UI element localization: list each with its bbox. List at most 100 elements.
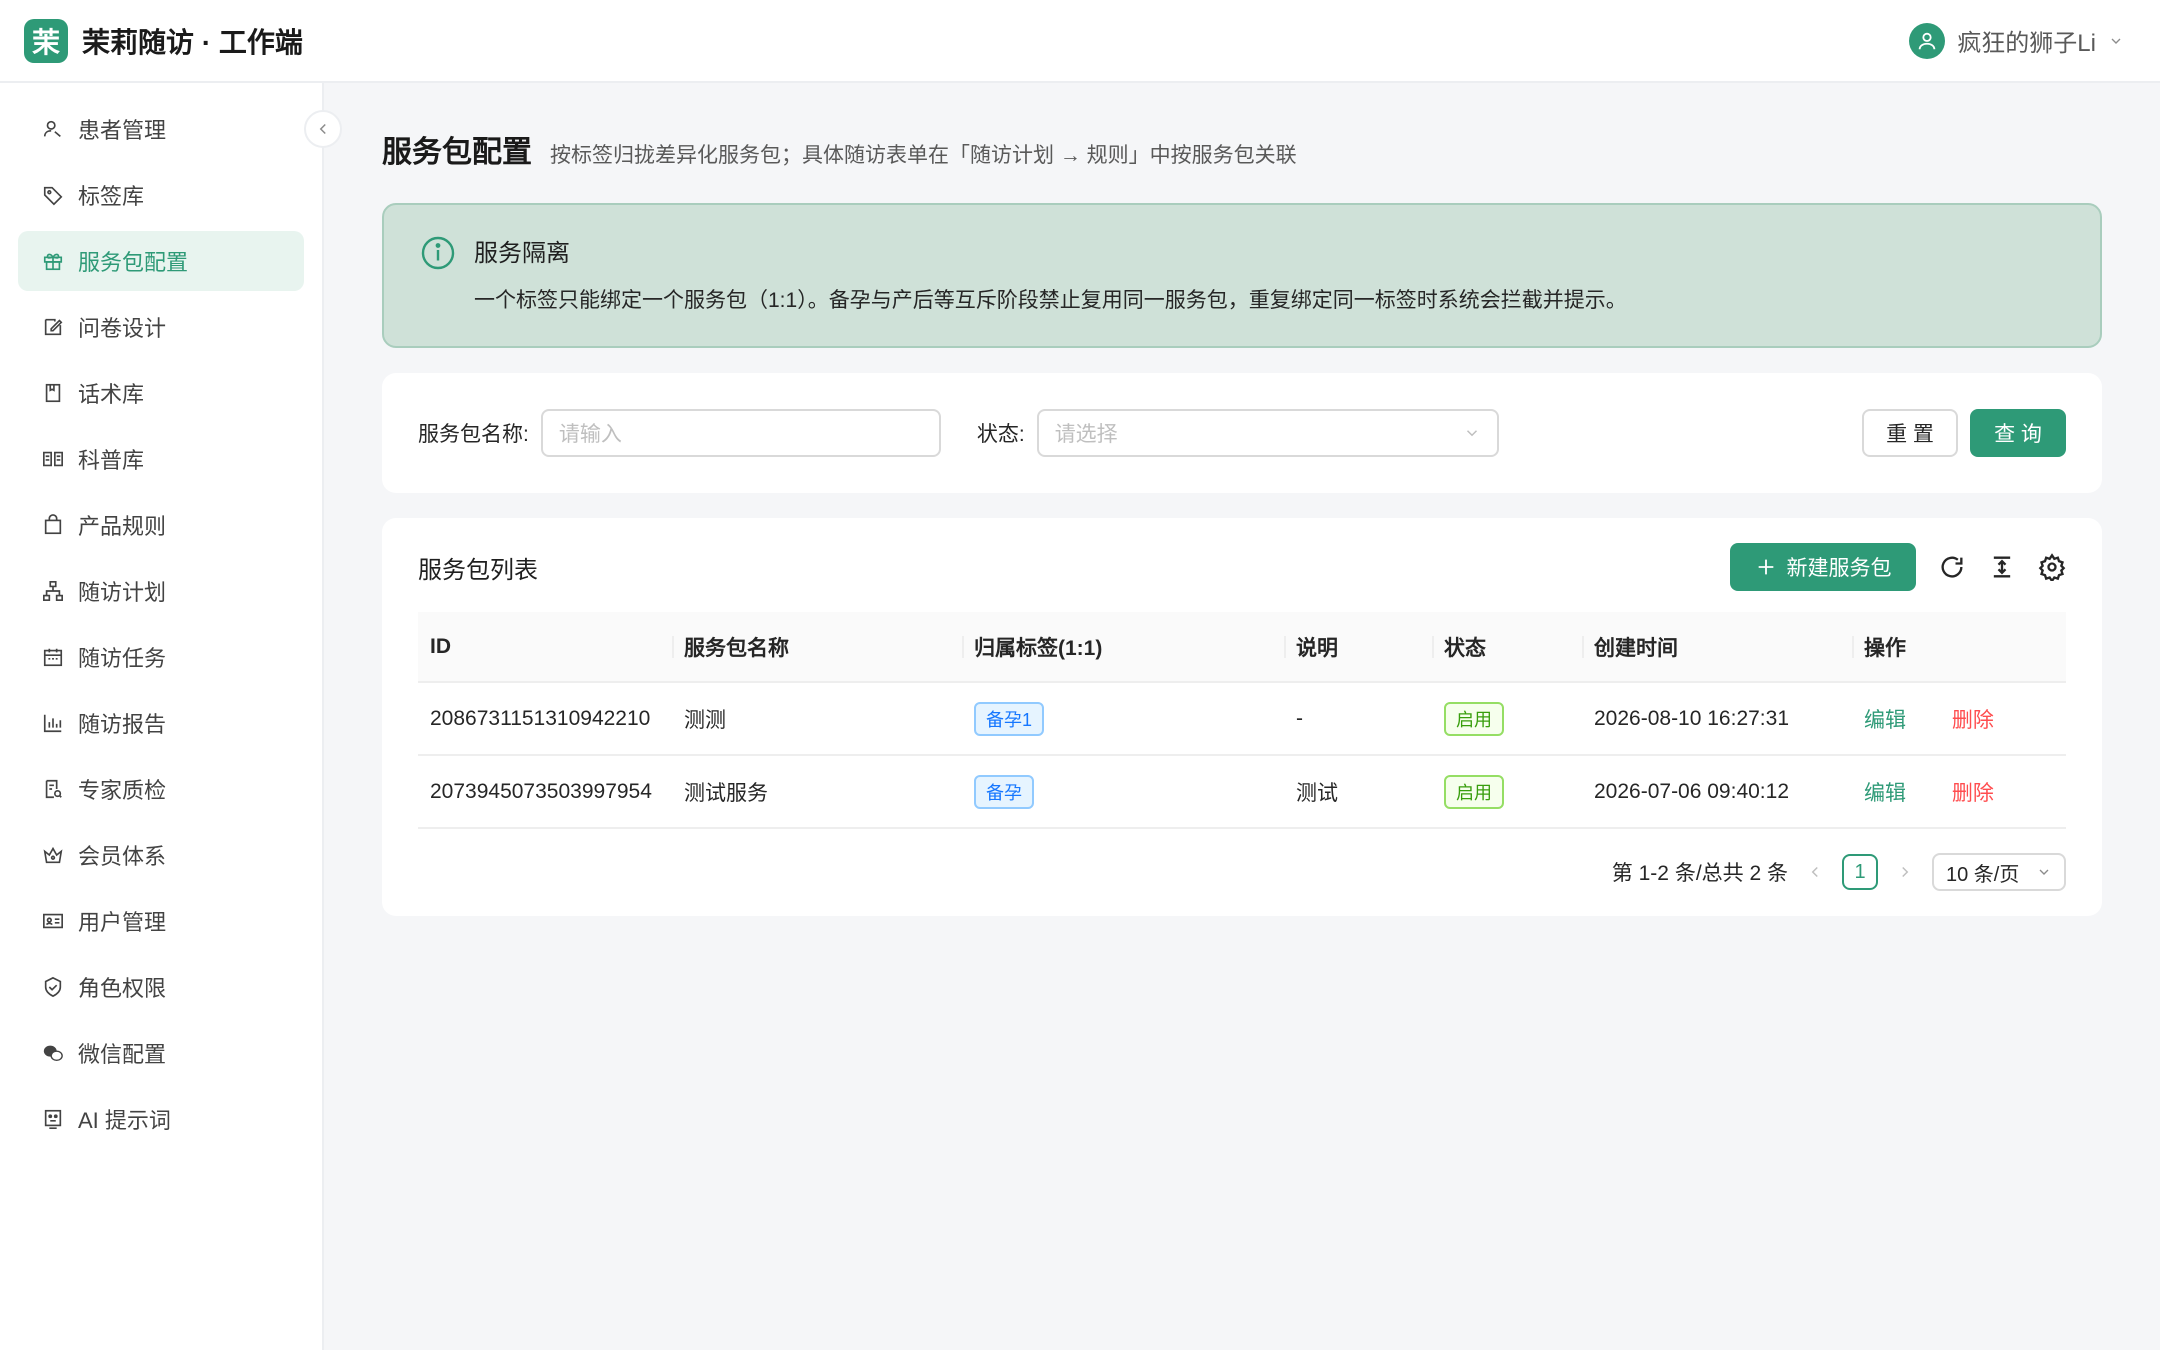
next-page-icon[interactable]: [1896, 863, 1914, 881]
chevron-down-icon: [2111, 38, 2121, 44]
sidebar-item-membership[interactable]: 会员体系: [18, 825, 304, 885]
sidebar-item-expert-qc[interactable]: 专家质检: [18, 759, 304, 819]
service-package-table: ID 服务包名称 归属标签(1:1) 说明 状态 创建时间 操作 2086731…: [418, 612, 2066, 829]
name-filter-label: 服务包名称:: [418, 423, 529, 446]
chevron-left-icon: [319, 123, 326, 135]
delete-link[interactable]: 删除: [1952, 709, 1994, 732]
cell-name: 测测: [672, 682, 962, 756]
read-icon: [43, 451, 63, 467]
sidebar-item-label: 服务包配置: [78, 250, 189, 275]
id-card-icon: [43, 913, 63, 929]
sidebar-item-questionnaire[interactable]: 问卷设计: [18, 297, 304, 357]
sidebar-item-label: 科普库: [78, 448, 145, 473]
tag-badge: 备孕1: [974, 701, 1045, 736]
list-header: 服务包列表 新建服务包: [418, 542, 2066, 592]
wechat-icon: [43, 1045, 63, 1062]
table-row: 2086731151310942210 测测 备孕1 - 启用 2026-08-…: [418, 682, 2066, 756]
cell-tag: 备孕: [962, 755, 1284, 829]
sidebar-item-label: 用户管理: [78, 910, 167, 935]
sidebar-item-user-management[interactable]: 用户管理: [18, 891, 304, 951]
sidebar-item-follow-plan[interactable]: 随访计划: [18, 561, 304, 621]
sidebar-item-science[interactable]: 科普库: [18, 429, 304, 489]
cell-created: 2026-08-10 16:27:31: [1582, 682, 1852, 756]
sidebar-item-label: 随访计划: [78, 580, 167, 605]
delete-link[interactable]: 删除: [1952, 782, 1994, 805]
cell-status: 启用: [1432, 755, 1582, 829]
density-icon[interactable]: [1988, 553, 2016, 581]
column-header-id: ID: [418, 612, 672, 683]
column-header-status: 状态: [1432, 612, 1582, 683]
brand[interactable]: 茉 茉莉随访 · 工作端: [24, 18, 303, 63]
sidebar-item-follow-reports[interactable]: 随访报告: [18, 693, 304, 753]
page-number-current[interactable]: 1: [1842, 854, 1878, 890]
audit-icon: [45, 779, 62, 799]
list-title: 服务包列表: [418, 556, 538, 584]
cell-actions: 编辑 删除: [1852, 755, 2066, 829]
page-size-value: 10 条/页: [1946, 863, 2020, 886]
user-name: 疯狂的狮子Li: [1957, 30, 2096, 57]
page-size-select[interactable]: 10 条/页: [1932, 853, 2066, 891]
refresh-icon[interactable]: [1938, 553, 1966, 581]
table-row: 2073945073503997954 测试服务 备孕 测试 启用 2026-0…: [418, 755, 2066, 829]
name-filter-input[interactable]: 请输入: [540, 409, 941, 457]
sidebar-item-product-rules[interactable]: 产品规则: [18, 495, 304, 555]
sidebar-item-label: 专家质检: [78, 778, 167, 803]
sidebar-item-patients[interactable]: 患者管理: [18, 99, 304, 159]
status-filter-placeholder: 请选择: [1054, 423, 1118, 446]
sidebar-item-tags[interactable]: 标签库: [18, 165, 304, 225]
name-filter-placeholder: 请输入: [558, 423, 622, 446]
new-service-package-button[interactable]: 新建服务包: [1730, 543, 1916, 591]
cell-id: 2086731151310942210: [418, 682, 672, 756]
edit-link[interactable]: 编辑: [1864, 782, 1906, 805]
settings-gear-icon[interactable]: [2038, 553, 2066, 581]
top-header: 茉 茉莉随访 · 工作端 疯狂的狮子Li: [0, 0, 2160, 83]
alert-description: 一个标签只能绑定一个服务包（1:1）。备孕与产后等互斥阶段禁止复用同一服务包，重…: [474, 289, 1627, 312]
sidebar-item-roles[interactable]: 角色权限: [18, 957, 304, 1017]
column-header-actions: 操作: [1852, 612, 2066, 683]
info-circle-icon: [421, 236, 455, 270]
sidebar-item-ai-prompts[interactable]: AI 提示词: [18, 1089, 304, 1149]
cell-name: 测试服务: [672, 755, 962, 829]
sidebar-item-label: 会员体系: [78, 844, 167, 869]
sidebar-item-label: 问卷设计: [78, 316, 167, 341]
column-header-created: 创建时间: [1582, 612, 1852, 683]
pagination-total: 第 1-2 条/总共 2 条: [1611, 862, 1788, 885]
list-toolbar: 新建服务包: [1730, 543, 2066, 591]
column-header-desc: 说明: [1284, 612, 1432, 683]
edit-link[interactable]: 编辑: [1864, 709, 1906, 732]
cell-tag: 备孕1: [962, 682, 1284, 756]
sidebar-item-label: 角色权限: [78, 976, 167, 1001]
sidebar-collapse-button[interactable]: [304, 110, 342, 148]
sidebar-item-scripts[interactable]: 话术库: [18, 363, 304, 423]
shield-icon: [44, 976, 62, 998]
sidebar-item-label: AI 提示词: [78, 1108, 171, 1133]
alert-title: 服务隔离: [474, 240, 570, 267]
query-button[interactable]: 查 询: [1970, 409, 2066, 457]
column-header-name: 服务包名称: [672, 612, 962, 683]
sidebar-item-label: 产品规则: [78, 514, 167, 539]
chevron-down-icon: [1466, 430, 1477, 437]
pagination: 第 1-2 条/总共 2 条 1 10 条/页: [418, 853, 2066, 891]
status-filter-select[interactable]: 请选择: [1036, 409, 1499, 457]
new-service-package-label: 新建服务包: [1786, 557, 1892, 580]
sidebar-item-label: 标签库: [78, 184, 145, 209]
reset-button[interactable]: 重 置: [1862, 409, 1958, 457]
sidebar-item-label: 患者管理: [78, 118, 167, 143]
sidebar-item-wechat[interactable]: 微信配置: [18, 1023, 304, 1083]
main-content: 服务包配置 按标签归拢差异化服务包；具体随访表单在「随访计划 → 规则」中按服务…: [382, 83, 2102, 916]
filter-actions: 重 置 查 询: [1862, 409, 2066, 457]
sidebar-item-service-packages[interactable]: 服务包配置: [18, 231, 304, 291]
column-header-tag: 归属标签(1:1): [962, 612, 1284, 683]
cell-id: 2073945073503997954: [418, 755, 672, 829]
sidebar-item-label: 随访任务: [78, 646, 167, 671]
sidebar-item-follow-tasks[interactable]: 随访任务: [18, 627, 304, 687]
edit-icon: [44, 318, 63, 336]
user-menu[interactable]: 疯狂的狮子Li: [1909, 22, 2136, 59]
cell-actions: 编辑 删除: [1852, 682, 2066, 756]
prev-page-icon[interactable]: [1806, 863, 1824, 881]
plus-icon: [1758, 559, 1773, 575]
cell-desc: -: [1284, 682, 1432, 756]
robot-icon: [44, 1109, 62, 1129]
tag-badge: 备孕: [974, 774, 1034, 809]
app-title: 茉莉随访 · 工作端: [82, 26, 303, 58]
